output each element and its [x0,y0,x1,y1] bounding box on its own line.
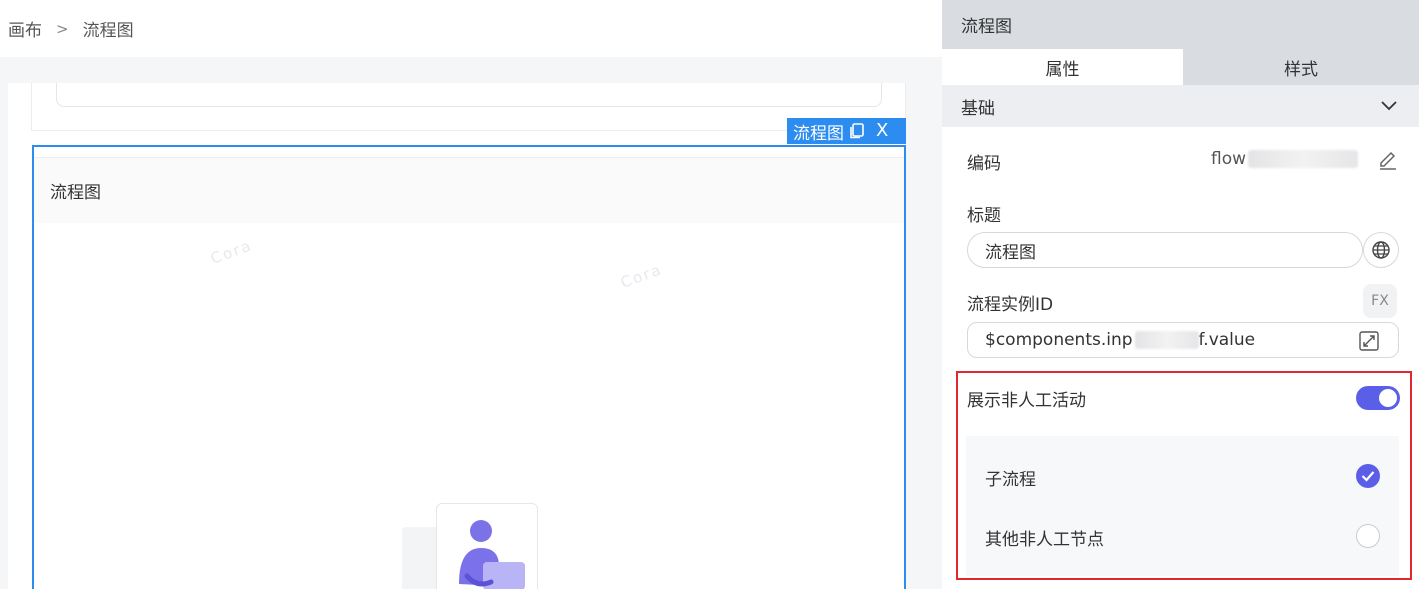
tab-styles[interactable]: 样式 [1183,49,1419,85]
panel-tabs: 属性 样式 [942,49,1419,85]
title-label: 标题 [967,206,1001,226]
watermark: Cora [618,260,665,292]
show-non-manual-toggle[interactable] [1356,386,1400,410]
instance-id-value-prefix: $components.inp [985,330,1133,350]
non-manual-options [966,436,1399,576]
close-icon[interactable]: X [876,122,888,140]
breadcrumb-separator: > [56,19,69,38]
selected-component-name: 流程图 [793,123,844,144]
option-subprocess-label: 子流程 [985,470,1036,490]
check-icon [1361,471,1375,482]
flowchart-header: 流程图 [34,157,904,223]
design-canvas: 流程图 X 流程图 Cora Cora [0,57,942,589]
breadcrumb-root[interactable]: 画布 [8,16,42,41]
option-other-checkbox[interactable] [1356,524,1380,548]
title-input[interactable]: 流程图 [967,232,1363,268]
option-subprocess-checkbox[interactable] [1356,464,1380,488]
instance-id-value-suffix: f.value [1198,330,1256,350]
breadcrumb: 画布 > 流程图 [0,0,942,57]
chevron-down-icon[interactable] [1381,96,1397,116]
watermark: Cora [208,236,255,268]
illustration-front-card [436,503,538,589]
instance-id-label: 流程实例ID [967,295,1054,315]
code-value: flow [1211,149,1359,169]
flowchart-component[interactable]: 流程图 Cora Cora [32,145,906,589]
property-panel: 流程图 属性 样式 基础 编码 flow 标题 流程图 流程实例ID FX $c… [942,0,1419,589]
section-basic-title: 基础 [961,98,995,119]
code-value-text: flow [1211,149,1247,169]
instance-id-redacted [1134,331,1199,349]
previous-component-inner [56,83,882,107]
panel-title: 流程图 [942,0,1419,49]
tab-properties[interactable]: 属性 [942,49,1183,85]
globe-icon [1372,241,1390,259]
person-laptop-icon [459,520,525,589]
breadcrumb-current: 流程图 [82,21,134,41]
fx-button[interactable]: FX [1363,284,1397,318]
code-value-redacted [1248,150,1359,168]
instance-id-input[interactable]: $components.inp f.value [967,322,1399,358]
show-non-manual-label: 展示非人工活动 [967,391,1086,411]
i18n-button[interactable] [1363,232,1399,268]
previous-component[interactable] [31,83,906,131]
code-label: 编码 [967,154,1001,174]
section-basic[interactable]: 基础 [942,85,1419,127]
expand-icon[interactable] [1358,330,1380,352]
title-input-value: 流程图 [985,242,1036,263]
option-other-label: 其他非人工节点 [985,530,1104,550]
copy-icon[interactable] [850,123,864,139]
selected-component-tag[interactable]: 流程图 X [787,118,906,144]
edit-icon[interactable] [1377,148,1399,170]
